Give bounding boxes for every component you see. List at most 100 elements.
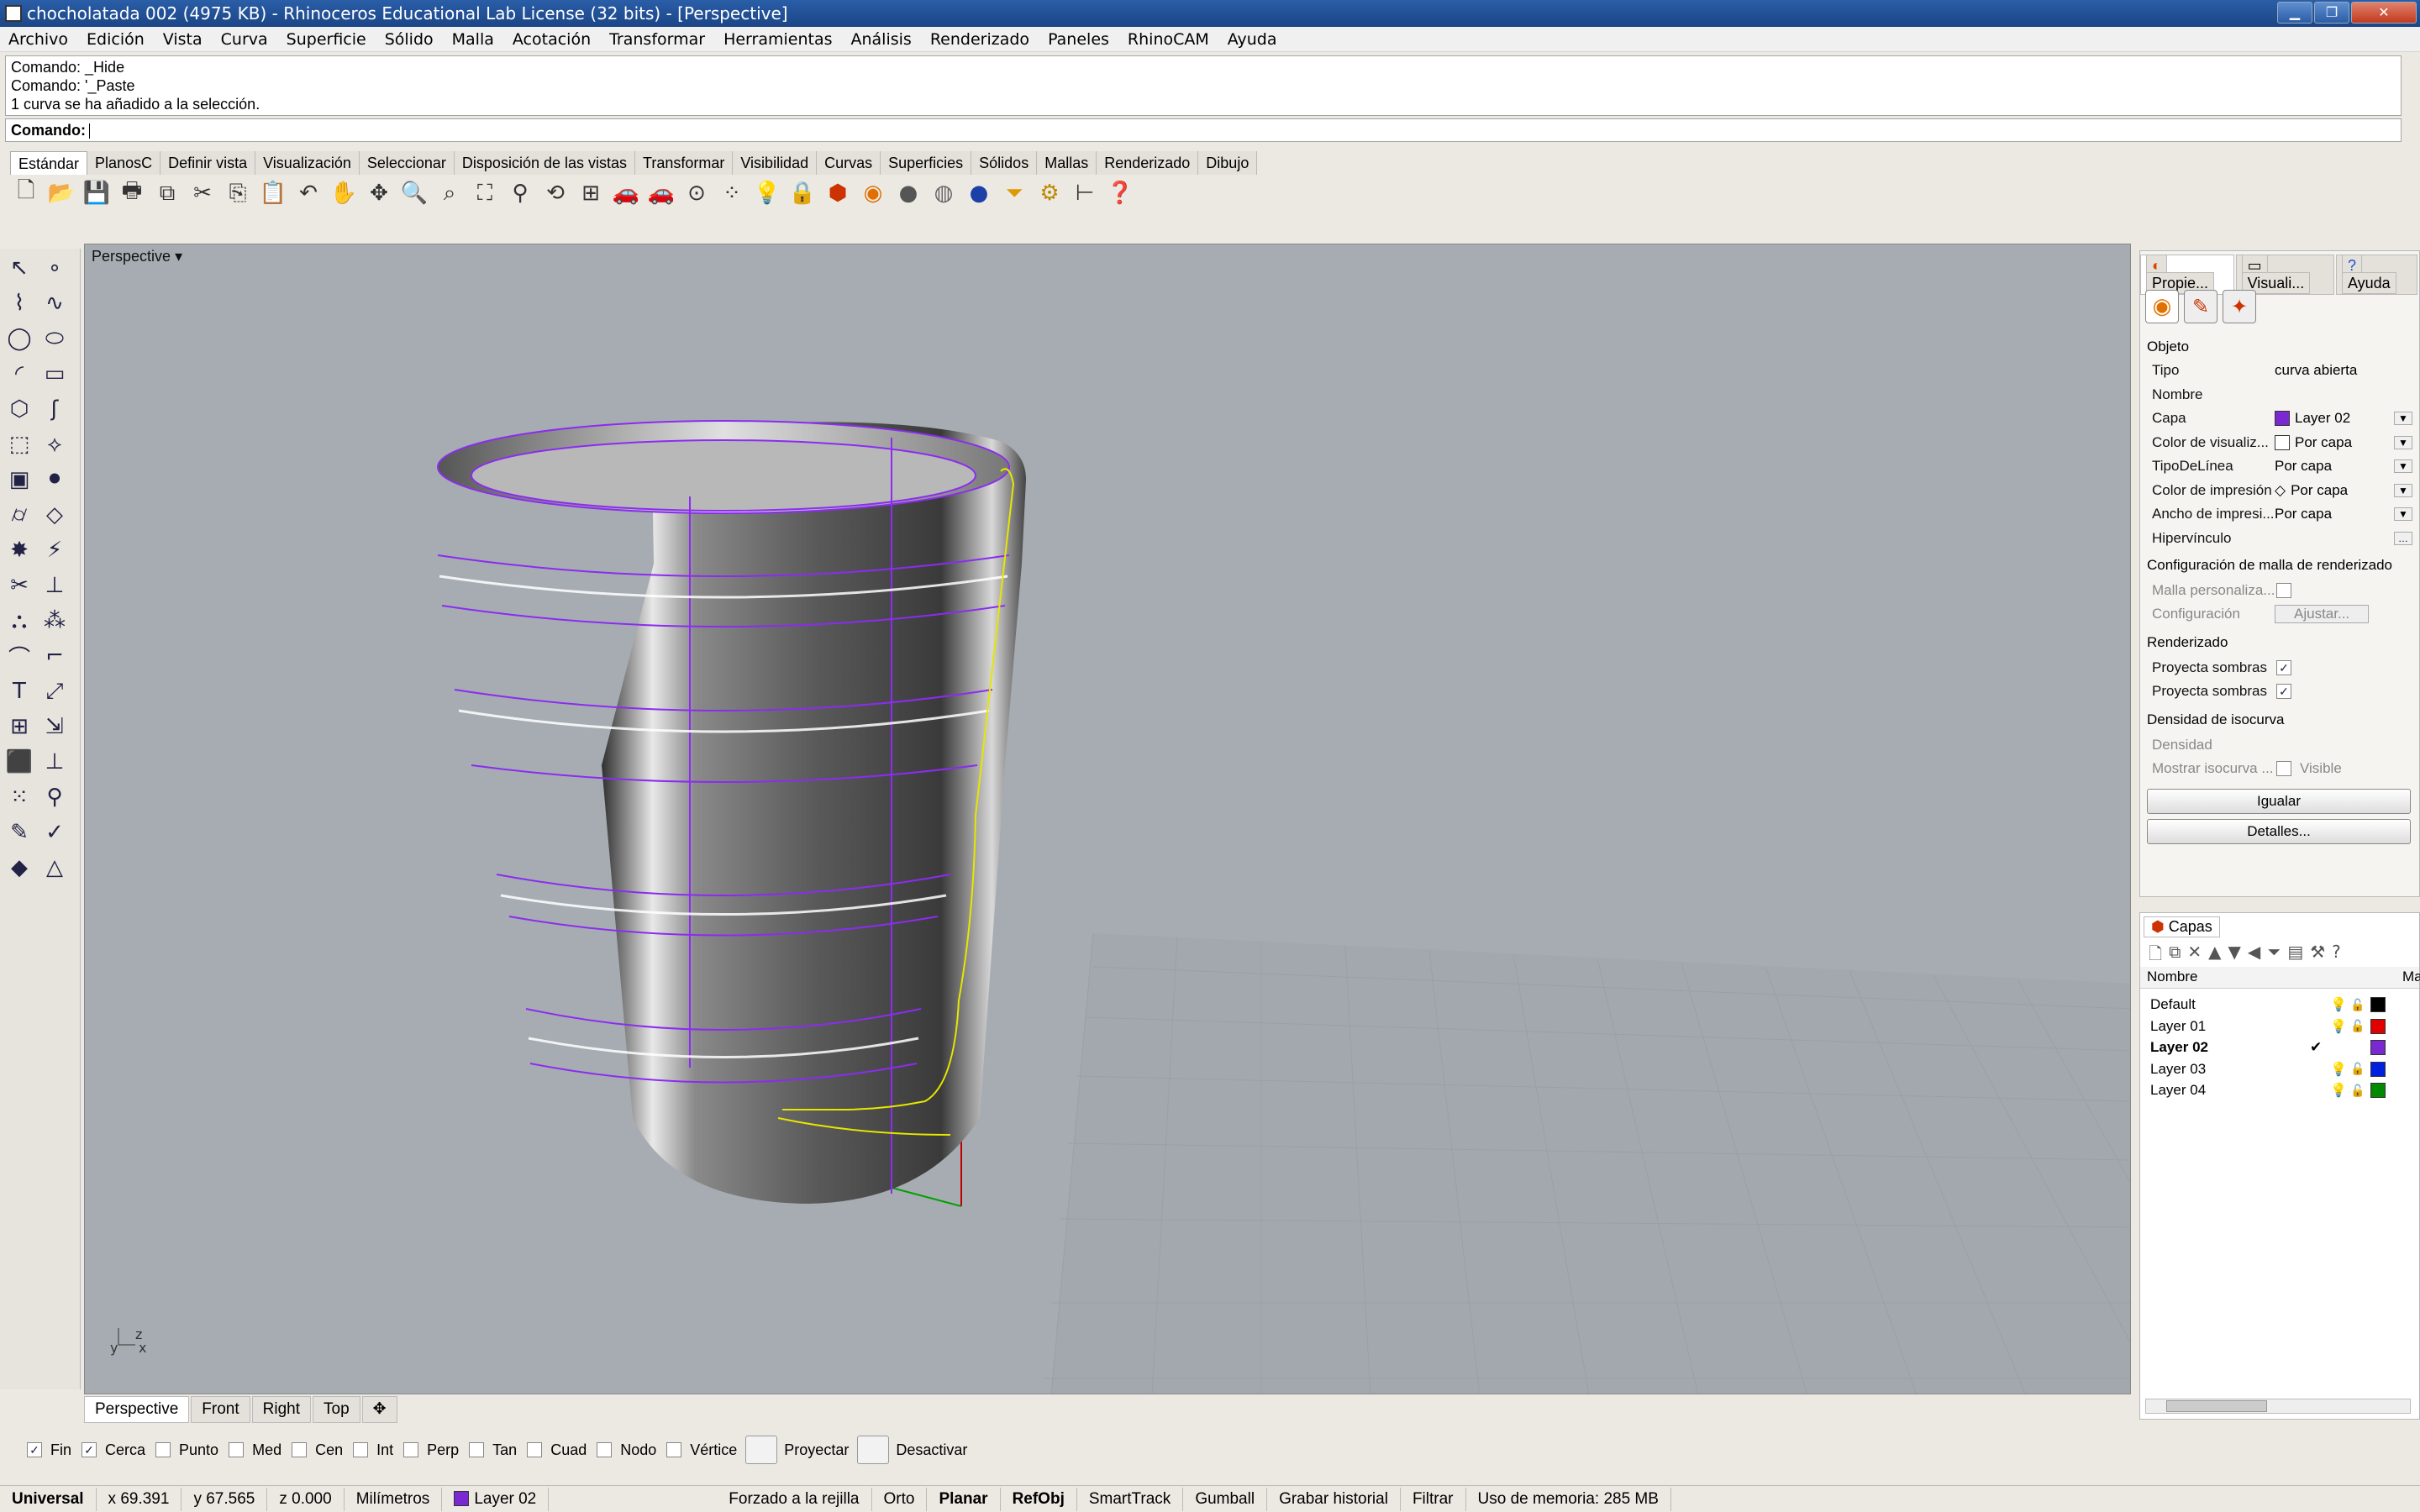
hyperlink-browse-button[interactable]: … xyxy=(2394,531,2412,545)
osnap-toggle[interactable]: RefObj xyxy=(1001,1487,1077,1511)
menu-vista[interactable]: Vista xyxy=(163,30,203,49)
sheet-icon[interactable]: ◇ xyxy=(39,499,71,531)
layer-row[interactable]: Layer 03 💡 🔓 xyxy=(2150,1058,2402,1080)
osnap-8-checkbox[interactable] xyxy=(527,1442,543,1457)
help-icon[interactable]: ❓ xyxy=(1104,177,1136,209)
command-history[interactable]: Comando: _Hide Comando: '_Paste 1 curva … xyxy=(5,55,2402,116)
visible-checkbox[interactable] xyxy=(2276,761,2291,776)
tab-properties[interactable]: ◐ Propie... xyxy=(2140,255,2234,295)
open-folder-icon[interactable]: 📂 xyxy=(45,177,77,209)
osnap-2-checkbox[interactable] xyxy=(155,1442,171,1457)
shaded-sphere-icon[interactable]: ● xyxy=(892,177,924,209)
solid-box-icon[interactable]: ⬛ xyxy=(3,746,35,778)
trim-icon[interactable]: ✂ xyxy=(3,570,35,601)
point-icon[interactable]: ∘ xyxy=(39,252,71,284)
planar-toggle[interactable]: Planar xyxy=(927,1487,1001,1511)
menu-archivo[interactable]: Archivo xyxy=(8,30,68,49)
light-icon[interactable]: △ xyxy=(39,852,71,884)
smarttrack-toggle[interactable]: SmartTrack xyxy=(1077,1487,1184,1511)
grid-snap-toggle[interactable]: Forzado a la rejilla xyxy=(717,1487,872,1511)
ortho-toggle[interactable]: Orto xyxy=(872,1487,928,1511)
zoom-window-icon[interactable]: ⌕ xyxy=(434,177,466,209)
tab-mallas[interactable]: Mallas xyxy=(1037,151,1097,175)
scrollbar-thumb[interactable] xyxy=(2166,1400,2267,1412)
osnap-4-checkbox[interactable] xyxy=(292,1442,308,1457)
tab-front[interactable]: Front xyxy=(191,1396,250,1423)
receive-shadows-checkbox[interactable]: ✓ xyxy=(2276,684,2291,699)
new-layer-icon[interactable]: 🗋 xyxy=(2149,942,2162,970)
tab-planosc[interactable]: PlanosC xyxy=(87,151,161,175)
tab-visualizacion[interactable]: Visualización xyxy=(255,151,360,175)
rotate-view-icon[interactable]: ⟲ xyxy=(539,177,571,209)
osnap-10-checkbox[interactable] xyxy=(666,1442,682,1457)
undo-icon[interactable]: ↶ xyxy=(292,177,324,209)
menu-herramientas[interactable]: Herramientas xyxy=(723,30,832,49)
perspective-viewport[interactable]: Perspective ▾ z x y xyxy=(84,244,2131,1394)
osnap-7-checkbox[interactable] xyxy=(469,1442,485,1457)
disable-button[interactable] xyxy=(857,1436,890,1464)
menu-rhinocam[interactable]: RhinoCAM xyxy=(1128,30,1209,49)
tab-renderizado[interactable]: Renderizado xyxy=(1097,151,1199,175)
units-status[interactable]: Milímetros xyxy=(345,1487,443,1511)
wire-sphere-icon[interactable]: ◍ xyxy=(928,177,960,209)
ellipse-icon[interactable]: ⬭ xyxy=(39,323,71,354)
box-icon[interactable]: ▣ xyxy=(3,464,35,496)
property-value[interactable]: Por capa ▼ xyxy=(2275,434,2412,451)
export-icon[interactable]: ⧉ xyxy=(151,177,183,209)
tab-superficies[interactable]: Superficies xyxy=(881,151,972,175)
help-icon[interactable]: ? xyxy=(2332,942,2341,970)
layer-color-swatch[interactable] xyxy=(2370,997,2386,1012)
menu-malla[interactable]: Malla xyxy=(452,30,494,49)
menu-analisis[interactable]: Análisis xyxy=(851,30,912,49)
lock-icon[interactable]: 🔒 xyxy=(786,177,818,209)
maximize-button[interactable]: ❐ xyxy=(2314,2,2349,24)
command-input[interactable]: Comando: xyxy=(5,118,2402,142)
rectangle-icon[interactable]: ▭ xyxy=(39,358,71,390)
tab-disposicion[interactable]: Disposición de las vistas xyxy=(454,151,636,175)
cut-icon[interactable]: ✂ xyxy=(187,177,218,209)
dropdown-arrow-icon[interactable]: ▼ xyxy=(2394,507,2412,521)
menu-renderizado[interactable]: Renderizado xyxy=(930,30,1029,49)
move-parent-icon[interactable]: ◀ xyxy=(2248,942,2260,970)
property-value[interactable]: Layer 02 ▼ xyxy=(2275,410,2412,427)
menu-transformar[interactable]: Transformar xyxy=(609,30,705,49)
move-icon[interactable]: ⊞ xyxy=(3,711,35,743)
decal-icon[interactable]: ✦ xyxy=(2223,290,2256,323)
osnap-3-checkbox[interactable] xyxy=(229,1442,245,1457)
osnap-target-icon[interactable]: ⊙ xyxy=(681,177,713,209)
layer-status[interactable]: Layer 02 xyxy=(442,1487,550,1511)
fillet-icon[interactable]: ⌒ xyxy=(3,640,35,672)
curve-icon[interactable]: ∿ xyxy=(39,287,71,319)
layer-color-swatch[interactable] xyxy=(2370,1083,2386,1098)
color-wheel-icon[interactable]: ◉ xyxy=(857,177,889,209)
layer-color-swatch[interactable] xyxy=(2370,1061,2386,1077)
lock-icon[interactable]: 🔓 xyxy=(2350,1084,2370,1098)
arc-icon[interactable]: ◜ xyxy=(3,358,35,390)
menu-superficie[interactable]: Superficie xyxy=(287,30,366,49)
sphere-icon[interactable]: ⚫ xyxy=(39,464,71,496)
circle-icon[interactable]: ◯ xyxy=(3,323,35,354)
property-row[interactable]: Capa Layer 02 ▼ xyxy=(2152,407,2412,430)
move-down-icon[interactable]: ▼ xyxy=(2228,942,2241,970)
cylinder-icon[interactable]: ⌭ xyxy=(3,499,35,531)
menu-paneles[interactable]: Paneles xyxy=(1048,30,1109,49)
visibility-bulb-icon[interactable]: 💡 xyxy=(2330,996,2350,1013)
surface-edit-icon[interactable]: ⬚ xyxy=(3,428,35,460)
property-value[interactable]: Por capa ▼ xyxy=(2275,458,2412,475)
lock-icon[interactable]: 🔓 xyxy=(2350,1019,2370,1033)
array-icon[interactable]: ⁂ xyxy=(39,605,71,637)
freeform-icon[interactable]: ʃ xyxy=(39,393,71,425)
tab-curvas[interactable]: Curvas xyxy=(817,151,881,175)
car-icon[interactable]: 🚗 xyxy=(610,177,642,209)
osnap-1-checkbox[interactable]: ✓ xyxy=(82,1442,97,1457)
save-icon[interactable]: 💾 xyxy=(81,177,113,209)
tab-transformar[interactable]: Transformar xyxy=(635,151,734,175)
match-button[interactable]: Igualar xyxy=(2147,789,2411,814)
osnap-5-checkbox[interactable] xyxy=(353,1442,369,1457)
menu-ayuda[interactable]: Ayuda xyxy=(1228,30,1277,49)
dropdown-arrow-icon[interactable]: ▼ xyxy=(2394,435,2412,449)
tab-definir-vista[interactable]: Definir vista xyxy=(160,151,256,175)
tab-display[interactable]: ▭ Visuali... xyxy=(2235,255,2334,295)
cast-shadows-checkbox[interactable]: ✓ xyxy=(2276,660,2291,675)
tools-icon[interactable]: ⚒ xyxy=(2310,942,2325,970)
